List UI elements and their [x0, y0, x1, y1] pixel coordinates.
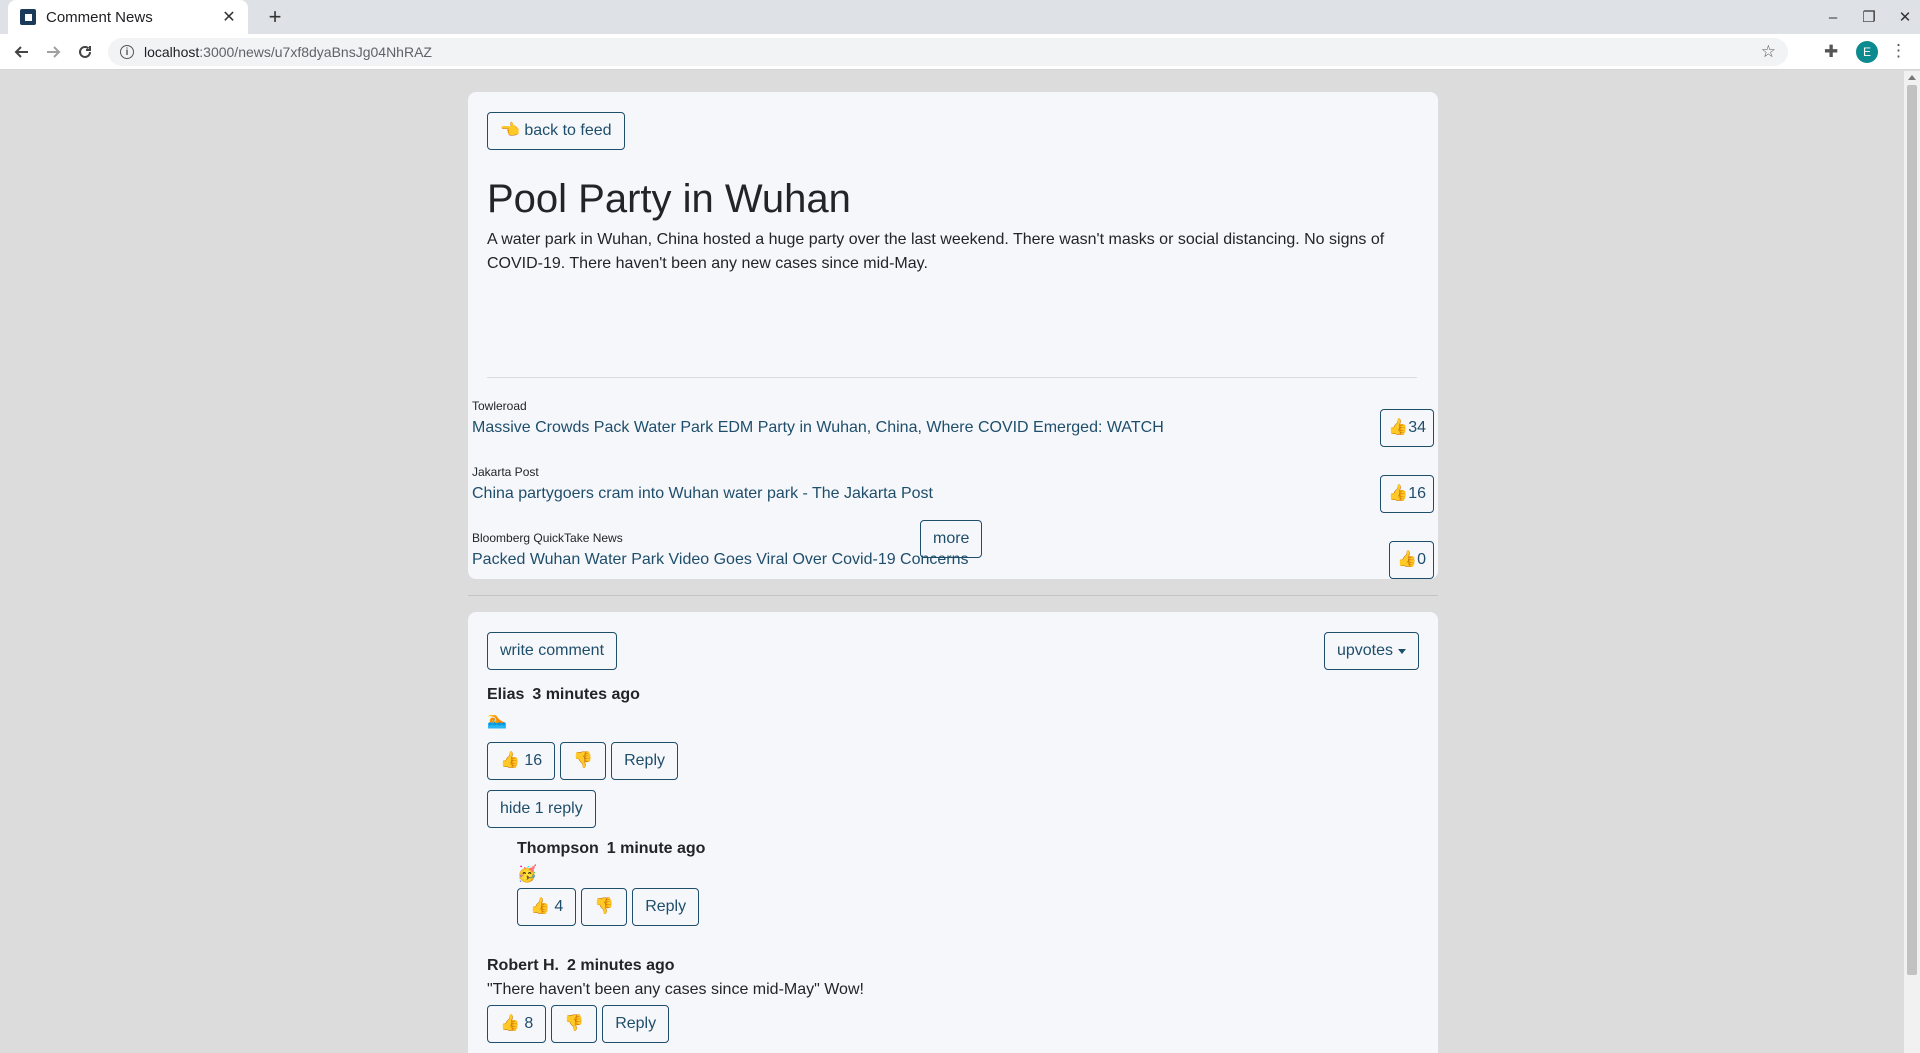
downvote-button[interactable]: 👎	[551, 1005, 598, 1043]
page-viewport: 👈 back to feed Pool Party in Wuhan A wat…	[0, 71, 1904, 1053]
source-upvote-button[interactable]: 👍34	[1380, 409, 1434, 447]
comment-reply: Thompson 1 minute ago 🥳 👍 4 👎 Reply	[517, 840, 1417, 930]
source-headline-link[interactable]: Packed Wuhan Water Park Video Goes Viral…	[472, 551, 969, 569]
comment-author: Thompson	[517, 840, 599, 857]
reload-icon[interactable]	[73, 40, 97, 64]
back-to-feed-button[interactable]: 👈 back to feed	[487, 112, 625, 150]
comment: Robert H. 2 minutes ago "There haven't be…	[487, 957, 1417, 1053]
comment-meta: Robert H. 2 minutes ago	[487, 957, 675, 975]
comment-author: Elias	[487, 686, 525, 703]
comment-actions: 👍 4 👎 Reply	[517, 888, 700, 926]
upvote-button[interactable]: 👍 16	[487, 742, 556, 780]
source-upvote-button[interactable]: 👍0	[1389, 541, 1434, 579]
browser-tab[interactable]: Comment News ✕	[8, 0, 248, 34]
news-title: Pool Party in Wuhan	[487, 177, 851, 221]
comment-actions: 👍 8 👎 Reply	[487, 1005, 670, 1043]
window-controls: – ❐ ✕	[1826, 0, 1912, 34]
section-divider	[468, 595, 1438, 596]
comment-meta: Thompson 1 minute ago	[517, 840, 705, 858]
back-arrow-icon[interactable]	[10, 40, 34, 64]
scroll-up-arrow-icon[interactable]	[1908, 75, 1916, 80]
divider	[487, 377, 1417, 378]
comment-meta: Elias 3 minutes ago	[487, 686, 640, 704]
scrollbar-thumb[interactable]	[1907, 85, 1917, 975]
tab-title: Comment News	[46, 8, 153, 26]
toggle-replies-button[interactable]: hide 1 reply	[487, 790, 596, 828]
comment-body: "There haven't been any cases since mid-…	[487, 981, 864, 998]
favicon-icon	[20, 9, 36, 25]
source-upvote-button[interactable]: 👍16	[1380, 475, 1434, 513]
downvote-button[interactable]: 👎	[581, 888, 628, 926]
source-name: Jakarta Post	[472, 465, 539, 479]
comment-actions: 👍 16 👎 Reply	[487, 742, 678, 780]
address-bar[interactable]: i localhost:3000/news/u7xf8dyaBnsJg04NhR…	[108, 38, 1788, 66]
source-item: Towleroad Massive Crowds Pack Water Park…	[472, 399, 1434, 465]
reply-button[interactable]: Reply	[611, 742, 678, 780]
reply-button[interactable]: Reply	[602, 1005, 670, 1043]
profile-avatar[interactable]: E	[1856, 41, 1878, 63]
news-description: A water park in Wuhan, China hosted a hu…	[487, 231, 1385, 272]
comment-time: 1 minute ago	[606, 840, 706, 857]
forward-arrow-icon[interactable]	[41, 40, 65, 64]
browser-tab-strip: Comment News ✕ + – ❐ ✕	[0, 0, 1920, 34]
downvote-button[interactable]: 👎	[560, 742, 607, 780]
upvote-button[interactable]: 👍 4	[517, 888, 577, 926]
comment-body: 🥳	[517, 866, 537, 883]
comments-card: write comment upvotes Elias 3 minutes ago…	[468, 612, 1438, 1053]
sort-dropdown-label: upvotes	[1336, 642, 1393, 659]
write-comment-button[interactable]: write comment	[487, 632, 618, 670]
source-name: Towleroad	[472, 399, 527, 413]
comment-time: 2 minutes ago	[567, 957, 675, 974]
site-info-icon[interactable]: i	[120, 45, 134, 59]
comment-body: 🏊	[487, 712, 507, 729]
comment-time: 3 minutes ago	[532, 686, 640, 703]
browser-toolbar: i localhost:3000/news/u7xf8dyaBnsJg04NhR…	[0, 34, 1920, 70]
bookmark-star-icon[interactable]: ☆	[1761, 42, 1776, 62]
close-window-icon[interactable]: ✕	[1898, 8, 1912, 26]
page-scrollbar[interactable]	[1904, 71, 1920, 1053]
minimize-icon[interactable]: –	[1826, 9, 1840, 26]
source-headline-link[interactable]: China partygoers cram into Wuhan water p…	[472, 485, 933, 503]
source-name: Bloomberg QuickTake News	[472, 531, 623, 545]
comment-author: Robert H.	[487, 957, 559, 974]
source-headline-link[interactable]: Massive Crowds Pack Water Park EDM Party…	[472, 419, 1164, 437]
news-card: 👈 back to feed Pool Party in Wuhan A wat…	[468, 92, 1438, 579]
url-host: localhost	[144, 44, 200, 60]
browser-menu-icon[interactable]: ⋮	[1890, 41, 1907, 61]
reply-button[interactable]: Reply	[632, 888, 700, 926]
upvote-button[interactable]: 👍 8	[487, 1005, 547, 1043]
new-tab-icon[interactable]: +	[262, 4, 288, 30]
more-sources-button[interactable]: more	[920, 520, 983, 558]
sort-dropdown[interactable]: upvotes	[1323, 632, 1419, 670]
close-tab-icon[interactable]: ✕	[220, 7, 238, 27]
restore-icon[interactable]: ❐	[1862, 8, 1876, 26]
caret-down-icon	[1398, 648, 1406, 654]
url-path: :3000/news/u7xf8dyaBnsJg04NhRAZ	[199, 44, 432, 60]
extensions-puzzle-icon[interactable]: ✚	[1824, 42, 1838, 62]
comment: Elias 3 minutes ago 🏊 👍 16 👎 Reply hide 1…	[487, 686, 1417, 926]
